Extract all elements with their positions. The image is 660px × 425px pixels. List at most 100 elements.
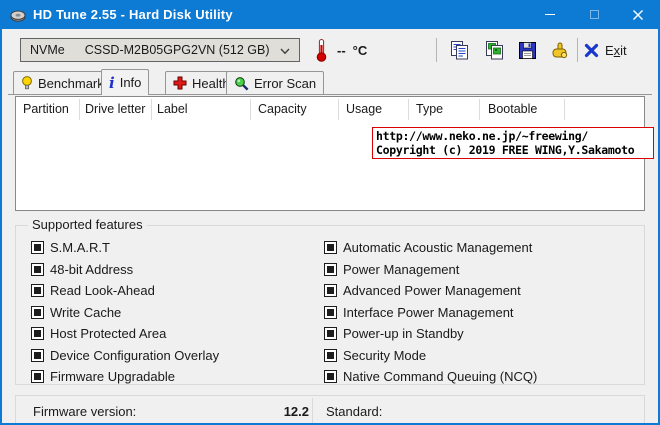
freeware-banner: http://www.neko.ne.jp/~freewing/ Copyrig… (372, 127, 654, 159)
lightbulb-icon (21, 75, 33, 91)
column-divider (338, 99, 339, 120)
feature-row: Read Look-Ahead (31, 280, 219, 302)
magnifier-icon (234, 76, 249, 91)
close-button[interactable] (616, 0, 660, 29)
banner-copyright: Copyright (c) 2019 FREE WING,Y.Sakamoto (376, 143, 653, 157)
column-header-bootable[interactable]: Bootable (488, 102, 537, 116)
feature-row: S.M.A.R.T (31, 237, 219, 259)
firmware-version-label: Firmware version: (33, 404, 136, 419)
copy-image-button[interactable] (480, 37, 508, 63)
feature-label: S.M.A.R.T (50, 240, 110, 255)
feature-label: Host Protected Area (50, 326, 166, 341)
feature-label: Automatic Acoustic Management (343, 240, 532, 255)
feature-row: Interface Power Management (324, 302, 537, 324)
feature-checkbox[interactable] (31, 284, 44, 297)
chevron-down-icon (280, 48, 290, 55)
temperature-readout: -- °C (337, 43, 367, 58)
maximize-icon (590, 10, 599, 19)
feature-checkbox[interactable] (31, 327, 44, 340)
feature-label: Write Cache (50, 305, 121, 320)
tab-label: Error Scan (254, 76, 316, 91)
feature-checkbox[interactable] (324, 370, 337, 383)
tab-info[interactable]: i Info (101, 69, 149, 95)
feature-checkbox[interactable] (324, 263, 337, 276)
column-header-capacity[interactable]: Capacity (258, 102, 307, 116)
column-header-type[interactable]: Type (416, 102, 443, 116)
feature-row: Write Cache (31, 302, 219, 324)
tab-label: Info (120, 75, 142, 90)
feature-label: 48-bit Address (50, 262, 133, 277)
window-title: HD Tune 2.55 - Hard Disk Utility (33, 7, 233, 22)
feature-row: Automatic Acoustic Management (324, 237, 537, 259)
column-divider (564, 99, 565, 120)
feature-checkbox[interactable] (324, 284, 337, 297)
drive-selector[interactable]: NVMe CSSD-M2B05GPG2VN (512 GB) (20, 38, 300, 62)
save-icon (517, 40, 538, 61)
firmware-version-value: 12.2 (216, 404, 309, 419)
info-icon: i (109, 76, 115, 90)
tab-benchmark[interactable]: Benchmark (13, 71, 112, 94)
options-button[interactable] (545, 37, 573, 63)
minimize-button[interactable] (528, 0, 572, 29)
titlebar: HD Tune 2.55 - Hard Disk Utility (0, 0, 660, 29)
tab-label: Health (192, 76, 230, 91)
partition-table-header: Partition Drive letter Label Capacity Usage T… (16, 97, 644, 122)
group-title: Supported features (28, 217, 147, 232)
close-icon (632, 9, 644, 21)
feature-row: Device Configuration Overlay (31, 345, 219, 367)
column-divider (151, 99, 152, 120)
feature-row: Power Management (324, 259, 537, 281)
feature-row: Security Mode (324, 345, 537, 367)
feature-checkbox[interactable] (324, 241, 337, 254)
feature-checkbox[interactable] (31, 349, 44, 362)
feature-checkbox[interactable] (31, 370, 44, 383)
feature-row: 48-bit Address (31, 259, 219, 281)
feature-label: Interface Power Management (343, 305, 514, 320)
toolbar-separator (436, 38, 437, 62)
column-header-usage[interactable]: Usage (346, 102, 382, 116)
drive-info-group: Firmware version: 12.2 Standard: (15, 395, 645, 425)
exit-button[interactable]: Exit (584, 37, 627, 63)
feature-checkbox[interactable] (31, 241, 44, 254)
tab-error-scan[interactable]: Error Scan (226, 71, 324, 94)
standard-label: Standard: (326, 404, 382, 419)
copy-image-icon (484, 40, 505, 61)
column-divider (79, 99, 80, 120)
minimize-icon (545, 14, 555, 16)
feature-label: Security Mode (343, 348, 426, 363)
features-left-column: S.M.A.R.T 48-bit Address Read Look-Ahead Wr… (31, 237, 219, 388)
copy-text-icon (449, 40, 470, 61)
copy-text-button[interactable] (445, 37, 473, 63)
feature-checkbox[interactable] (324, 306, 337, 319)
column-divider (408, 99, 409, 120)
feature-label: Firmware Upgradable (50, 369, 175, 384)
toolbar-separator (577, 38, 578, 62)
app-icon (9, 6, 26, 23)
column-header-drive-letter[interactable]: Drive letter (85, 102, 145, 116)
column-divider (250, 99, 251, 120)
column-header-partition[interactable]: Partition (23, 102, 69, 116)
banner-url: http://www.neko.ne.jp/~freewing/ (376, 129, 653, 143)
maximize-button (572, 0, 616, 29)
features-right-column: Automatic Acoustic Management Power Manag… (324, 237, 537, 388)
feature-label: Native Command Queuing (NCQ) (343, 369, 537, 384)
feature-row: Advanced Power Management (324, 280, 537, 302)
column-divider (479, 99, 480, 120)
feature-label: Read Look-Ahead (50, 283, 155, 298)
hdtune-window: HD Tune 2.55 - Hard Disk Utility NVMe CS… (0, 0, 660, 425)
feature-checkbox[interactable] (31, 263, 44, 276)
drive-model: CSSD-M2B05GPG2VN (512 GB) (85, 43, 270, 57)
feature-row: Host Protected Area (31, 323, 219, 345)
column-header-label[interactable]: Label (157, 102, 188, 116)
drive-interface: NVMe (30, 43, 65, 57)
feature-label: Advanced Power Management (343, 283, 521, 298)
feature-row: Firmware Upgradable (31, 366, 219, 388)
feature-checkbox[interactable] (324, 349, 337, 362)
feature-checkbox[interactable] (324, 327, 337, 340)
save-screenshot-button[interactable] (513, 37, 541, 63)
red-cross-icon (173, 76, 187, 90)
feature-checkbox[interactable] (31, 306, 44, 319)
info-divider (312, 398, 313, 425)
feature-row: Native Command Queuing (NCQ) (324, 366, 537, 388)
exit-label: Exit (605, 43, 627, 58)
